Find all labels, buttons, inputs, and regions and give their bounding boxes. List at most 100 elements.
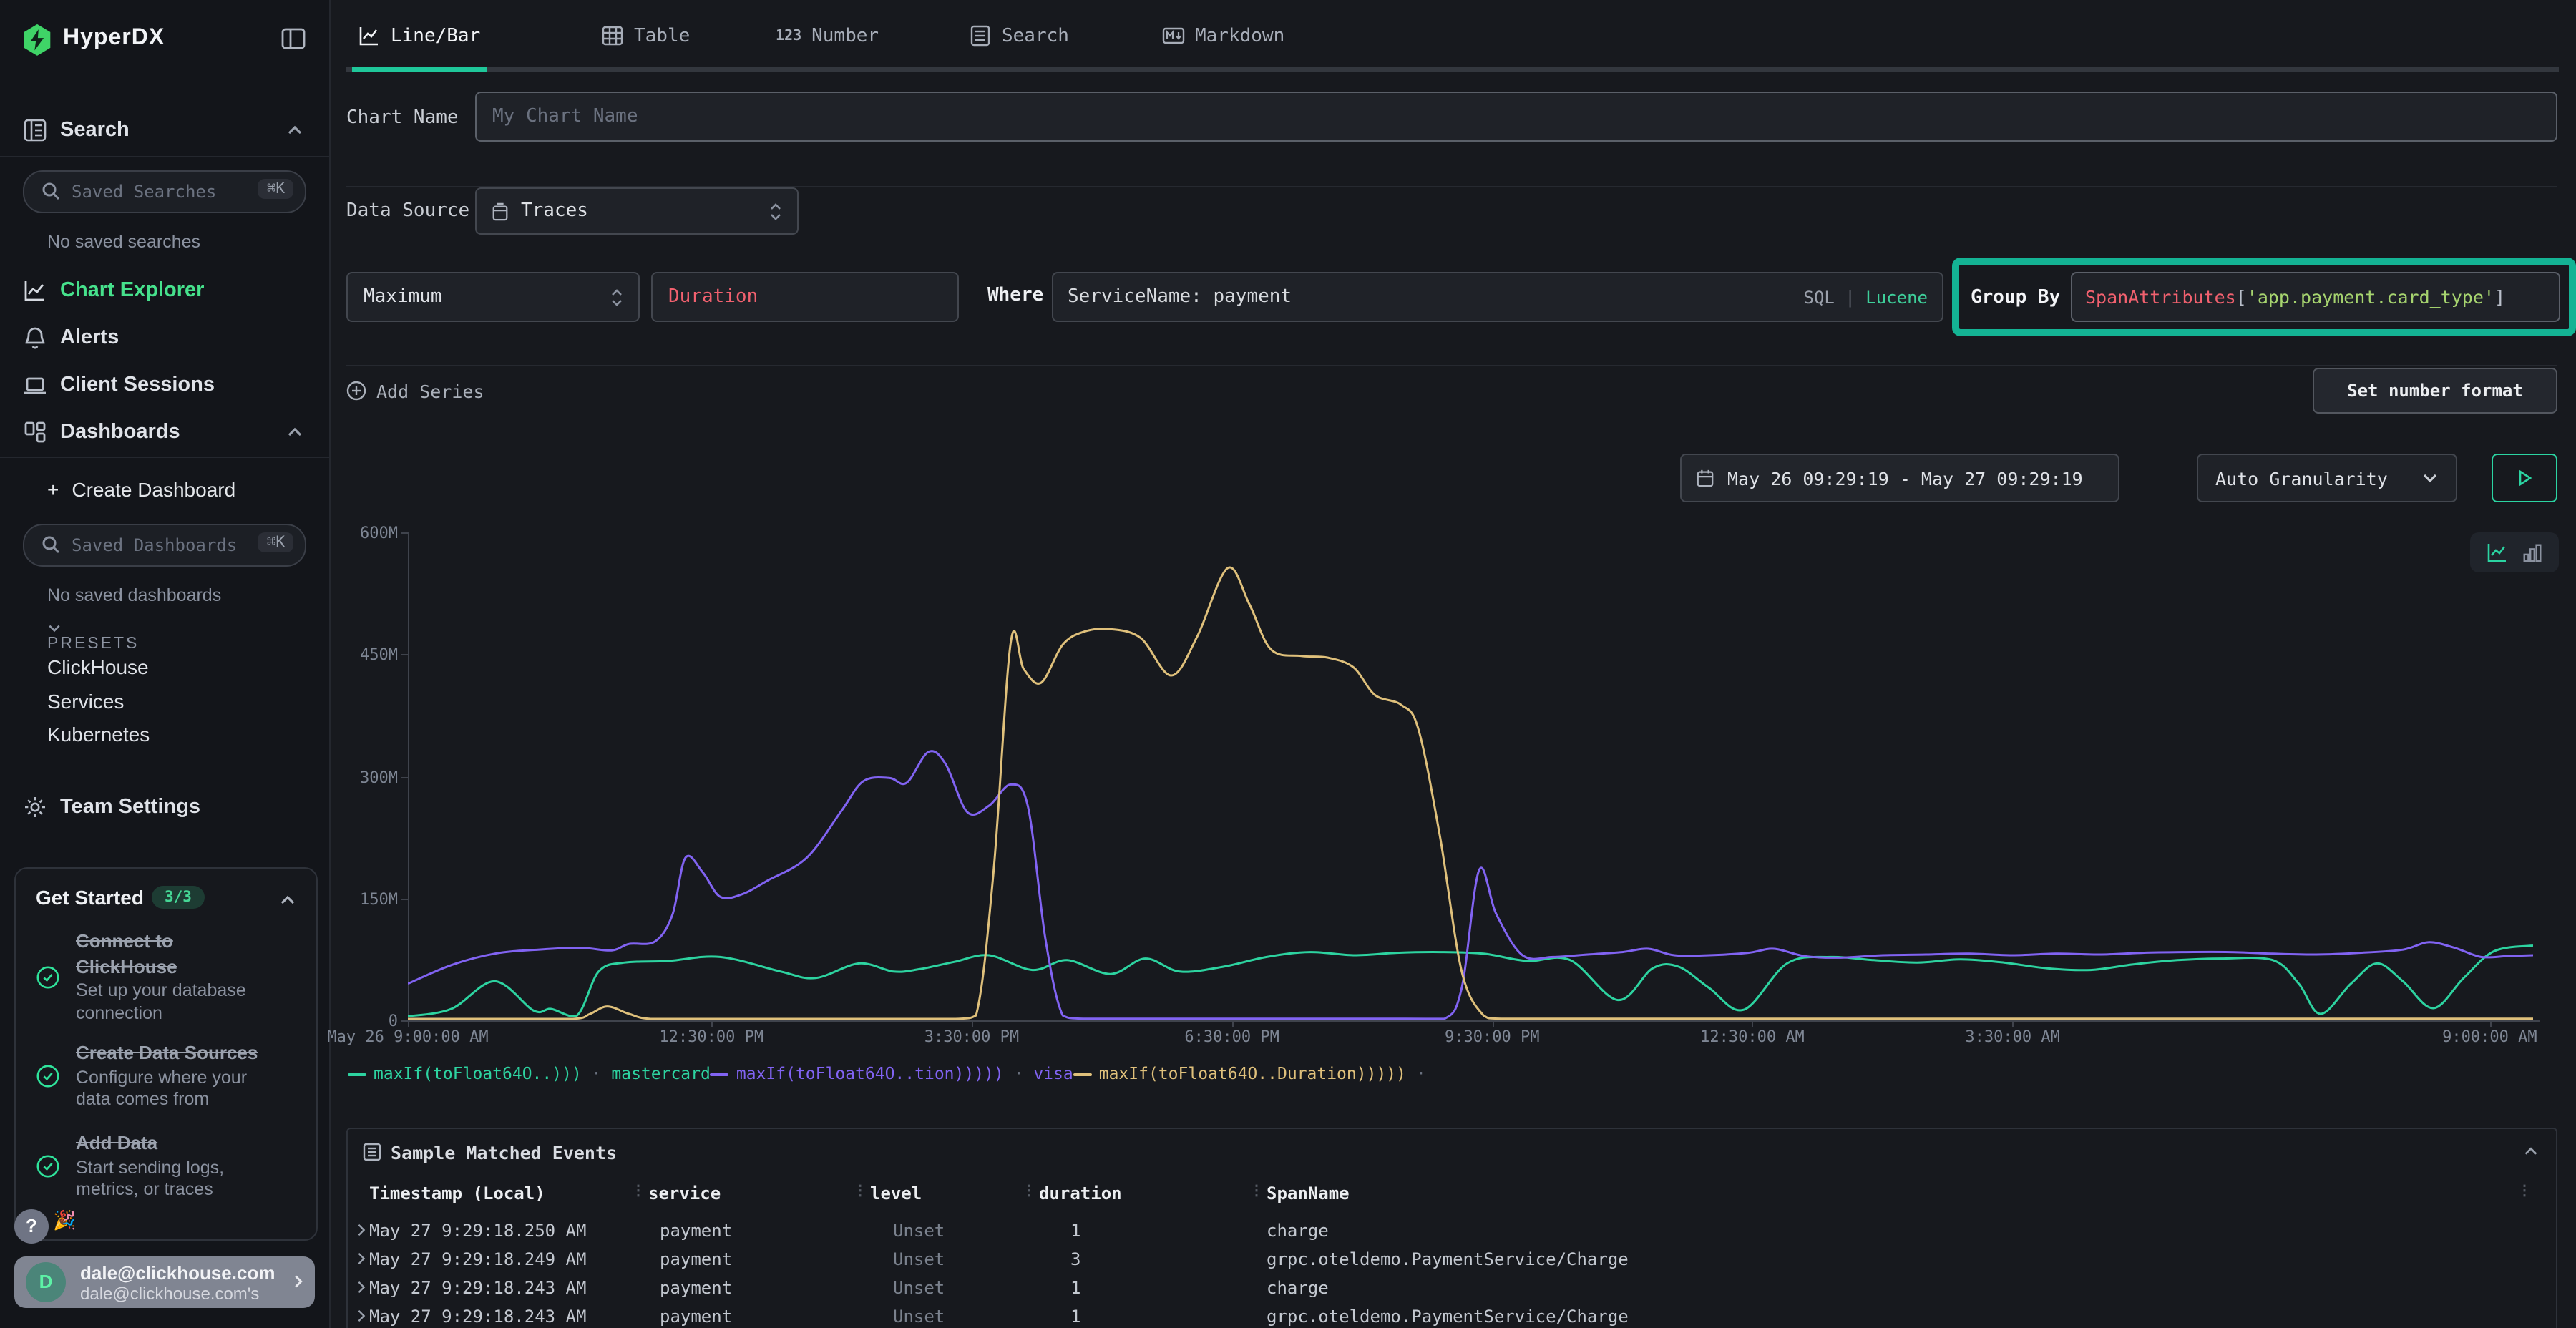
user-menu[interactable]: D dale@clickhouse.com dale@clickhouse.co… [14,1256,315,1308]
aggregation-value: Maximum [364,286,442,308]
sidebar-item-alerts[interactable]: Alerts [0,316,329,359]
no-saved-searches-text: No saved searches [47,232,200,252]
language-sql-toggle[interactable]: SQL [1804,287,1835,307]
sidebar-item-chart-explorer[interactable]: Chart Explorer [0,269,329,312]
get-started-item-title: Create Data Sources [76,1040,279,1065]
x-tick-label: 12:30:00 AM [1700,1027,1805,1046]
series-line-visa [408,751,2533,1019]
chevron-up-icon[interactable] [286,424,303,441]
table-cell: May 27 9:29:18.250 AM [369,1221,586,1241]
bracket-close: ] [2494,286,2505,308]
laptop-icon [23,373,47,397]
row-expand-icon[interactable] [355,1309,368,1322]
column-header-3[interactable]: duration [1039,1183,1122,1204]
events-table-header: Timestamp (Local)service⋮level⋮duration⋮… [348,1181,2556,1209]
get-started-item[interactable]: Create Data Sources Configure where your… [36,1040,299,1112]
help-button[interactable]: ? [14,1209,49,1244]
group-by-highlight: Group By SpanAttributes['app.payment.car… [1952,258,2576,336]
check-circle-icon [36,1154,60,1178]
divider [0,156,329,157]
date-range-picker[interactable]: May 26 09:29:19 - May 27 09:29:19 [1680,454,2119,502]
data-source-select[interactable]: Traces [475,187,799,235]
table-cell: Unset [893,1278,945,1298]
saved-searches-input[interactable]: Saved Searches ⌘K [23,170,306,213]
chevron-up-icon[interactable] [2523,1143,2539,1159]
where-input[interactable]: ServiceName: payment SQL | Lucene [1052,272,1943,322]
column-drag-handle[interactable]: ⋮ [1022,1183,1036,1199]
table-row[interactable]: May 27 9:29:18.249 AMpaymentUnset3grpc.o… [348,1246,2556,1275]
granularity-select[interactable]: Auto Granularity [2197,454,2457,502]
group-by-input[interactable]: SpanAttributes['app.payment.card_type'] [2071,272,2560,322]
aggregation-select[interactable]: Maximum [346,272,640,322]
tab-label: Markdown [1195,25,1284,47]
legend-item-visa[interactable]: maxIf(toFloat64O..tion))))) · visa [711,1063,1073,1083]
chevron-up-icon[interactable] [279,892,296,909]
plus-icon: + [47,478,59,501]
select-carets-icon [769,201,783,221]
chart-name-input[interactable]: My Chart Name [475,92,2557,142]
table-cell: payment [660,1307,732,1327]
sidebar-item-team-settings[interactable]: Team Settings [0,786,329,829]
field-input[interactable]: Duration [651,272,959,322]
row-expand-icon[interactable] [355,1224,368,1236]
sidebar-item-search[interactable]: Search [0,109,329,152]
create-dashboard-button[interactable]: + Create Dashboard [47,478,235,501]
column-header-1[interactable]: service [648,1183,721,1204]
tab-table[interactable]: Table [601,0,690,72]
tab-line-bar[interactable]: Line/Bar [358,0,480,72]
saved-dashboards-input[interactable]: Saved Dashboards ⌘K [23,524,306,567]
divider [346,365,2557,366]
column-menu-icon[interactable]: ⋮ [2517,1183,2532,1199]
row-expand-icon[interactable] [355,1252,368,1265]
tab-label: Number [811,25,879,47]
tab-search[interactable]: Search [969,0,1069,72]
shortcut-badge: ⌘K [258,178,293,198]
avatar: D [26,1262,66,1302]
sidebar: HyperDX Search Saved Searches ⌘K No save… [0,0,331,1328]
date-range-value: May 26 09:29:19 - May 27 09:29:19 [1727,467,2083,489]
legend-item-blank[interactable]: maxIf(toFloat64O..Duration))))) · [1073,1063,1426,1083]
calendar-icon [1696,468,1714,488]
column-drag-handle[interactable]: ⋮ [1249,1183,1264,1199]
column-header-2[interactable]: level [870,1183,922,1204]
row-expand-icon[interactable] [355,1281,368,1294]
legend-item-mastercard[interactable]: maxIf(toFloat64O..))) · mastercard [348,1063,711,1083]
database-icon [491,201,509,221]
sidebar-collapse-icon[interactable] [280,26,306,52]
language-divider: | [1845,287,1855,307]
column-header-0[interactable]: Timestamp (Local) [369,1183,545,1204]
divider [0,456,329,458]
language-lucene-toggle[interactable]: Lucene [1865,287,1928,307]
create-dashboard-label: Create Dashboard [72,478,235,501]
chart-plot-area[interactable] [408,532,2533,1020]
tab-markdown[interactable]: Markdown [1162,0,1284,72]
presets-header[interactable]: PRESETS [47,621,139,653]
get-started-title: Get Started [36,886,144,909]
saved-searches-placeholder: Saved Searches [72,182,216,202]
preset-item-kubernetes[interactable]: Kubernetes [47,723,150,746]
preset-item-clickhouse[interactable]: ClickHouse [47,655,149,678]
get-started-item[interactable]: Add Data Start sending logs, metrics, or… [36,1131,299,1202]
table-row[interactable]: May 27 9:29:18.250 AMpaymentUnset1charge [348,1218,2556,1246]
chart-legend: maxIf(toFloat64O..))) · mastercardmaxIf(… [348,1063,1426,1083]
app-window: HyperDX Search Saved Searches ⌘K No save… [0,0,2576,1328]
chevron-down-icon [2421,469,2439,487]
column-drag-handle[interactable]: ⋮ [853,1183,867,1199]
sidebar-item-dashboards[interactable]: Dashboards [0,411,329,454]
preset-item-services[interactable]: Services [47,689,124,712]
sidebar-item-client-sessions[interactable]: Client Sessions [0,363,329,406]
table-row[interactable]: May 27 9:29:18.243 AMpaymentUnset1charge [348,1275,2556,1304]
tab-number[interactable]: 123 Number [776,0,879,72]
set-number-format-button[interactable]: Set number format [2313,368,2557,414]
table-cell: payment [660,1278,732,1298]
run-query-button[interactable] [2492,454,2557,502]
column-header-4[interactable]: SpanName [1267,1183,1350,1204]
x-tick-label: 3:30:00 PM [924,1027,1019,1046]
get-started-item[interactable]: Connect to ClickHouse Set up your databa… [36,929,299,1025]
chevron-up-icon[interactable] [286,122,303,139]
table-cell: 3 [1070,1249,1080,1269]
column-drag-handle[interactable]: ⋮ [631,1183,645,1199]
table-row[interactable]: May 27 9:29:18.243 AMpaymentUnset1grpc.o… [348,1304,2556,1328]
add-series-button[interactable]: Add Series [346,375,484,406]
data-source-label: Data Source [346,200,469,222]
